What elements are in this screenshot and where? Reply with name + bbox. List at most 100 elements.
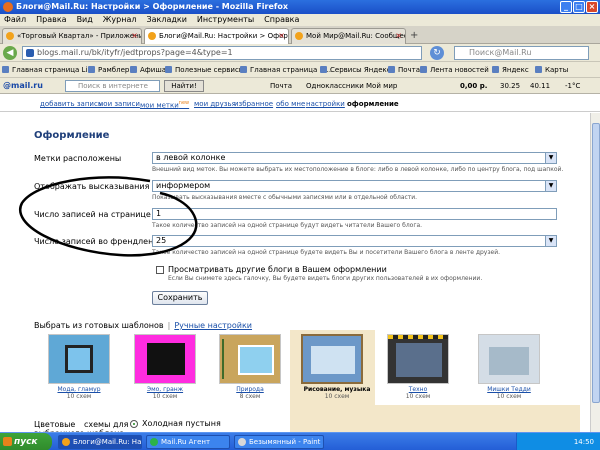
nav-my-tags[interactable]: мои меткиnew [140, 100, 189, 109]
template-emo-thumb[interactable] [134, 334, 196, 384]
new-tab-icon[interactable]: + [410, 30, 418, 41]
bookmark-item[interactable]: Рамблер [88, 65, 129, 75]
menu-edit[interactable]: Правка [36, 14, 66, 26]
window-title: Блоги@Mail.Ru: Настройки > Оформление - … [16, 2, 289, 11]
bookmark-item[interactable]: Почта [388, 65, 420, 75]
save-button[interactable]: Сохранить [152, 291, 208, 305]
template-teddy-name[interactable]: Мишки Тедди [478, 386, 540, 393]
nav-my-posts[interactable]: мои записи [98, 100, 140, 108]
site-icon [26, 49, 34, 57]
manual-settings-link[interactable]: Ручные настройки [174, 321, 252, 330]
task-firefox[interactable]: Блоги@Mail.Ru: Нас... [58, 435, 142, 449]
color-schemes-label: Цветовые [34, 420, 76, 429]
nav-design[interactable]: оформление [347, 100, 399, 108]
bookmark-item[interactable]: Полезные сервисы [165, 65, 244, 75]
template-emo-name[interactable]: Эмо, гранж [134, 386, 196, 393]
toolbar-balance[interactable]: 0,00 р. [460, 81, 487, 91]
nav-favorites[interactable]: избранное [234, 100, 273, 108]
bookmark-icon [2, 66, 9, 73]
close-tab-icon[interactable]: × [395, 29, 402, 43]
bookmark-item[interactable]: Сервисы Яндекса [320, 65, 395, 75]
template-fashion-count: 10 схем [66, 393, 92, 400]
tab-moi-mir[interactable]: Мой Мир@Mail.Ru: Сообщество: Блоги... × [291, 28, 406, 44]
mailru-logo[interactable]: @mail.ru [3, 80, 43, 92]
bookmark-item[interactable]: Главная страница Я... [240, 65, 331, 75]
bookmark-icon [130, 66, 137, 73]
template-techno-thumb[interactable] [387, 334, 449, 384]
toolbar-odnoklassniki[interactable]: Одноклассники [306, 81, 364, 91]
menu-bookmarks[interactable]: Закладки [146, 14, 186, 26]
close-tab-icon[interactable]: × [278, 29, 285, 43]
tab-blogs-settings[interactable]: Блоги@Mail.Ru: Настройки > Оформле... × [144, 28, 289, 45]
bookmark-item[interactable]: Яндекс [492, 65, 529, 75]
template-fashion-thumb[interactable] [48, 334, 110, 384]
nav-about-me[interactable]: обо мне [276, 100, 305, 108]
menu-view[interactable]: Вид [77, 14, 93, 26]
scheme-area-bg [290, 405, 580, 435]
bookmark-item[interactable]: Лента новостей [420, 65, 489, 75]
menu-help[interactable]: Справка [264, 14, 299, 26]
chevron-down-icon: ▼ [545, 236, 556, 246]
tab-label: «Торговый Квартал» - Приложения - М... [17, 32, 141, 40]
template-nature-name[interactable]: Природа [219, 386, 281, 393]
templates-label: Выбрать из готовых шаблонов [34, 321, 164, 330]
bookmark-item[interactable]: Карты [535, 65, 568, 75]
menu-file[interactable]: Файл [4, 14, 26, 26]
scrollbar-thumb[interactable] [592, 123, 600, 403]
close-tab-icon[interactable]: × [131, 29, 138, 43]
start-button[interactable]: пуск [0, 433, 52, 450]
bookmark-icon [165, 66, 172, 73]
tags-position-select[interactable]: в левой колонке ▼ [152, 152, 557, 164]
bookmark-icon [492, 66, 499, 73]
bookmark-icon [420, 66, 427, 73]
agent-icon [150, 438, 158, 446]
page-scrollbar[interactable] [590, 113, 600, 433]
template-drawing-music-name[interactable]: Рисование, музыка [301, 386, 373, 393]
close-button[interactable]: × [586, 1, 598, 13]
toolbar-eur[interactable]: 40.11 [530, 81, 550, 91]
nav-my-friends[interactable]: мои друзья [194, 100, 236, 108]
search-placeholder: Поиск@Mail.Ru [469, 48, 532, 57]
back-arrow-icon[interactable]: ◀ [3, 46, 17, 60]
menu-bar: Файл Правка Вид Журнал Закладки Инструме… [0, 14, 600, 26]
firefox-icon [62, 438, 70, 446]
chevron-down-icon: ▼ [545, 153, 556, 163]
task-paint[interactable]: Безымянный - Paint [234, 435, 324, 449]
search-box[interactable]: Поиск@Mail.Ru [454, 46, 589, 60]
bookmark-icon [240, 66, 247, 73]
template-techno-name[interactable]: Техно [387, 386, 449, 393]
toolbar-moi-mir[interactable]: Мой мир [366, 81, 397, 91]
favicon-icon [295, 32, 303, 40]
internet-search-input[interactable]: Поиск в интернете [65, 80, 160, 92]
toolbar-usd[interactable]: 30.25 [500, 81, 520, 91]
tab-torgovyi-kvartal[interactable]: «Торговый Квартал» - Приложения - М... × [2, 28, 142, 44]
minimize-button[interactable]: _ [560, 1, 572, 13]
page-title: Оформление [34, 130, 110, 141]
nav-add-post[interactable]: добавить запись [40, 100, 102, 108]
template-nature-thumb[interactable] [219, 334, 281, 384]
template-fashion-name[interactable]: Мода, гламур [48, 386, 110, 393]
template-drawing-music-thumb[interactable] [301, 334, 363, 384]
url-text: blogs.mail.ru/bk/ityfr/jedtprops?page=4&… [37, 48, 233, 57]
reload-icon[interactable]: ↻ [430, 46, 444, 60]
view-other-blogs-hint: Если Вы снимете здесь галочку, Вы будете… [168, 275, 483, 282]
bookmark-item[interactable]: Главная страница Li... [2, 65, 94, 75]
template-emo-count: 10 схем [152, 393, 178, 400]
scheme-radio[interactable] [130, 420, 138, 428]
menu-history[interactable]: Журнал [103, 14, 137, 26]
template-teddy-thumb[interactable] [478, 334, 540, 384]
find-button[interactable]: Найти! [164, 80, 204, 92]
url-bar[interactable]: blogs.mail.ru/bk/ityfr/jedtprops?page=4&… [22, 46, 422, 60]
template-nature-count: 8 схем [239, 393, 261, 400]
bookmark-icon [88, 66, 95, 73]
menu-tools[interactable]: Инструменты [197, 14, 254, 26]
view-other-blogs-checkbox[interactable] [156, 266, 164, 274]
toolbar-mail[interactable]: Почта [270, 81, 292, 91]
clock: 14:50 [573, 438, 594, 446]
nav-settings[interactable]: настройки [306, 100, 345, 108]
maximize-button[interactable]: □ [573, 1, 585, 13]
toolbar-weather[interactable]: -1°С [565, 81, 580, 91]
task-mailru-agent[interactable]: Mail.Ru Агент [146, 435, 230, 449]
new-badge: new [178, 100, 190, 106]
bookmark-item[interactable]: Афиша [130, 65, 166, 75]
